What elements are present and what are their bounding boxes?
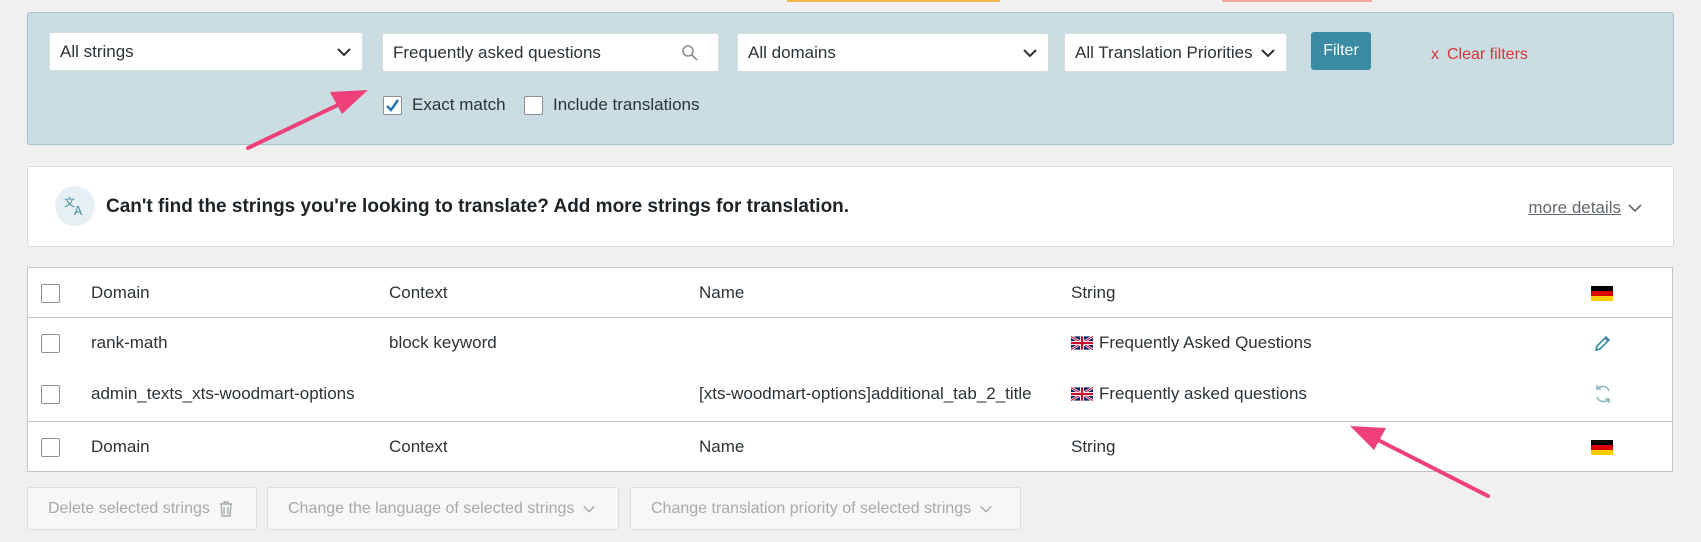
refresh-icon[interactable] xyxy=(1592,383,1614,405)
priorities-select-value: All Translation Priorities xyxy=(1075,42,1253,62)
german-flag-icon xyxy=(1591,439,1613,455)
table-row: admin_texts_xts-woodmart-options [xts-wo… xyxy=(28,369,1672,419)
column-domain: Domain xyxy=(91,283,150,302)
search-icon xyxy=(682,45,698,61)
search-input[interactable]: Frequently asked questions xyxy=(382,33,719,72)
uk-flag-icon xyxy=(1071,387,1093,401)
checkbox-unchecked[interactable] xyxy=(524,95,543,115)
filter-panel: All strings Frequently asked questions A… xyxy=(27,12,1674,145)
domains-select[interactable]: All domains xyxy=(737,33,1049,72)
column-string: String xyxy=(1071,437,1116,456)
row-checkbox[interactable] xyxy=(41,384,60,404)
chevron-down-icon xyxy=(337,48,351,57)
table-row: rank-math block keyword Frequently Asked… xyxy=(28,318,1672,368)
row-checkbox[interactable] xyxy=(41,333,60,353)
table-footer-row: Domain Context Name String xyxy=(28,421,1672,471)
column-name: Name xyxy=(699,283,745,302)
translate-icon: 文A xyxy=(55,186,95,226)
row-context: block keyword xyxy=(389,333,497,352)
table-header-row: Domain Context Name String xyxy=(28,268,1672,318)
delete-selected-button[interactable]: Delete selected strings xyxy=(27,487,257,530)
checkbox-checked[interactable] xyxy=(383,95,402,115)
strings-select[interactable]: All strings xyxy=(49,32,363,71)
more-details-toggle[interactable]: more details xyxy=(1528,198,1643,218)
top-accent-line-red xyxy=(1222,0,1372,2)
domains-select-value: All domains xyxy=(748,42,836,62)
uk-flag-icon xyxy=(1071,336,1093,350)
edit-pencil-icon[interactable] xyxy=(1593,333,1613,353)
search-input-value: Frequently asked questions xyxy=(393,42,601,62)
chevron-down-icon xyxy=(583,505,596,513)
include-translations-label: Include translations xyxy=(553,95,700,114)
change-language-label: Change the language of selected strings xyxy=(288,499,575,517)
close-icon: x xyxy=(1431,46,1439,63)
filter-button[interactable]: Filter xyxy=(1311,32,1371,70)
exact-match-label: Exact match xyxy=(412,95,506,114)
trash-icon xyxy=(219,500,232,517)
column-string: String xyxy=(1071,283,1116,302)
row-name: [xts-woodmart-options]additional_tab_2_t… xyxy=(699,384,1032,403)
add-strings-notice: 文A Can't find the strings you're looking… xyxy=(27,166,1674,247)
select-all-checkbox[interactable] xyxy=(41,437,60,457)
svg-text:A: A xyxy=(74,204,83,218)
row-domain: rank-math xyxy=(91,333,168,352)
priorities-select[interactable]: All Translation Priorities xyxy=(1064,33,1287,72)
strings-select-value: All strings xyxy=(60,41,134,61)
column-name: Name xyxy=(699,437,745,456)
top-accent-line xyxy=(787,0,1000,2)
change-language-button[interactable]: Change the language of selected strings xyxy=(267,487,619,530)
delete-selected-label: Delete selected strings xyxy=(48,499,210,517)
chevron-down-icon xyxy=(1023,49,1037,58)
chevron-down-icon xyxy=(980,505,992,513)
change-priority-button[interactable]: Change translation priority of selected … xyxy=(630,487,1021,530)
check-icon xyxy=(386,98,399,112)
select-all-checkbox[interactable] xyxy=(41,283,60,303)
column-context: Context xyxy=(389,437,448,456)
clear-filters-label: Clear filters xyxy=(1447,46,1528,63)
row-string: Frequently Asked Questions xyxy=(1099,333,1312,352)
german-flag-icon xyxy=(1591,285,1613,301)
strings-table: Domain Context Name String rank-math blo… xyxy=(27,267,1673,472)
column-context: Context xyxy=(389,283,448,302)
notice-message: Can't find the strings you're looking to… xyxy=(106,196,850,217)
row-string: Frequently asked questions xyxy=(1099,384,1307,403)
more-details-link[interactable]: more details xyxy=(1528,198,1621,218)
row-domain: admin_texts_xts-woodmart-options xyxy=(91,384,355,403)
clear-filters-link[interactable]: x Clear filters xyxy=(1431,46,1528,64)
chevron-down-icon xyxy=(1628,204,1642,213)
exact-match-checkbox[interactable]: Exact match xyxy=(383,95,506,115)
chevron-down-icon xyxy=(1261,49,1275,58)
column-domain: Domain xyxy=(91,437,150,456)
change-priority-label: Change translation priority of selected … xyxy=(651,499,972,517)
include-translations-checkbox[interactable]: Include translations xyxy=(524,95,699,115)
